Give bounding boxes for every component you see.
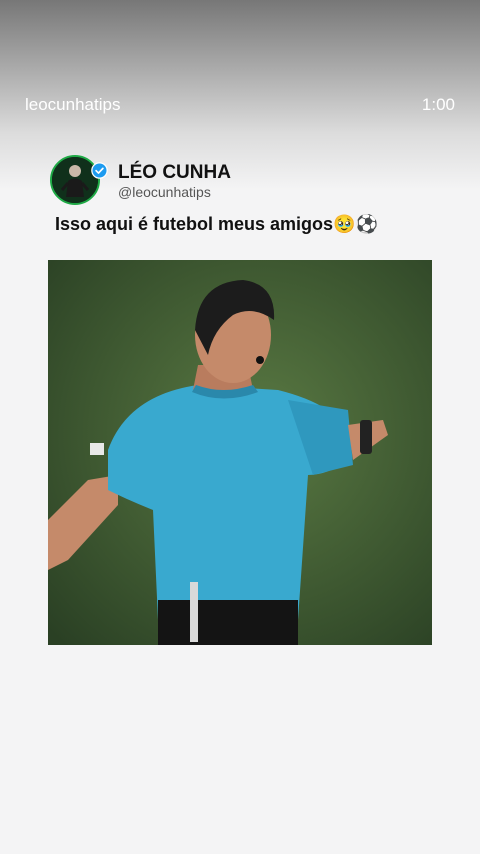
display-name[interactable]: LÉO CUNHA: [118, 162, 231, 184]
story-header: leocunhatips 1:00: [25, 94, 455, 116]
verified-badge-icon: [91, 162, 108, 179]
post-caption: Isso aqui é futebol meus amigos🥹⚽: [55, 214, 378, 234]
post-video[interactable]: [48, 260, 432, 645]
user-handle[interactable]: @leocunhatips: [118, 184, 211, 200]
story-account-name[interactable]: leocunhatips: [25, 95, 120, 115]
story-duration: 1:00: [421, 95, 455, 114]
referee-video-frame: [48, 260, 432, 645]
